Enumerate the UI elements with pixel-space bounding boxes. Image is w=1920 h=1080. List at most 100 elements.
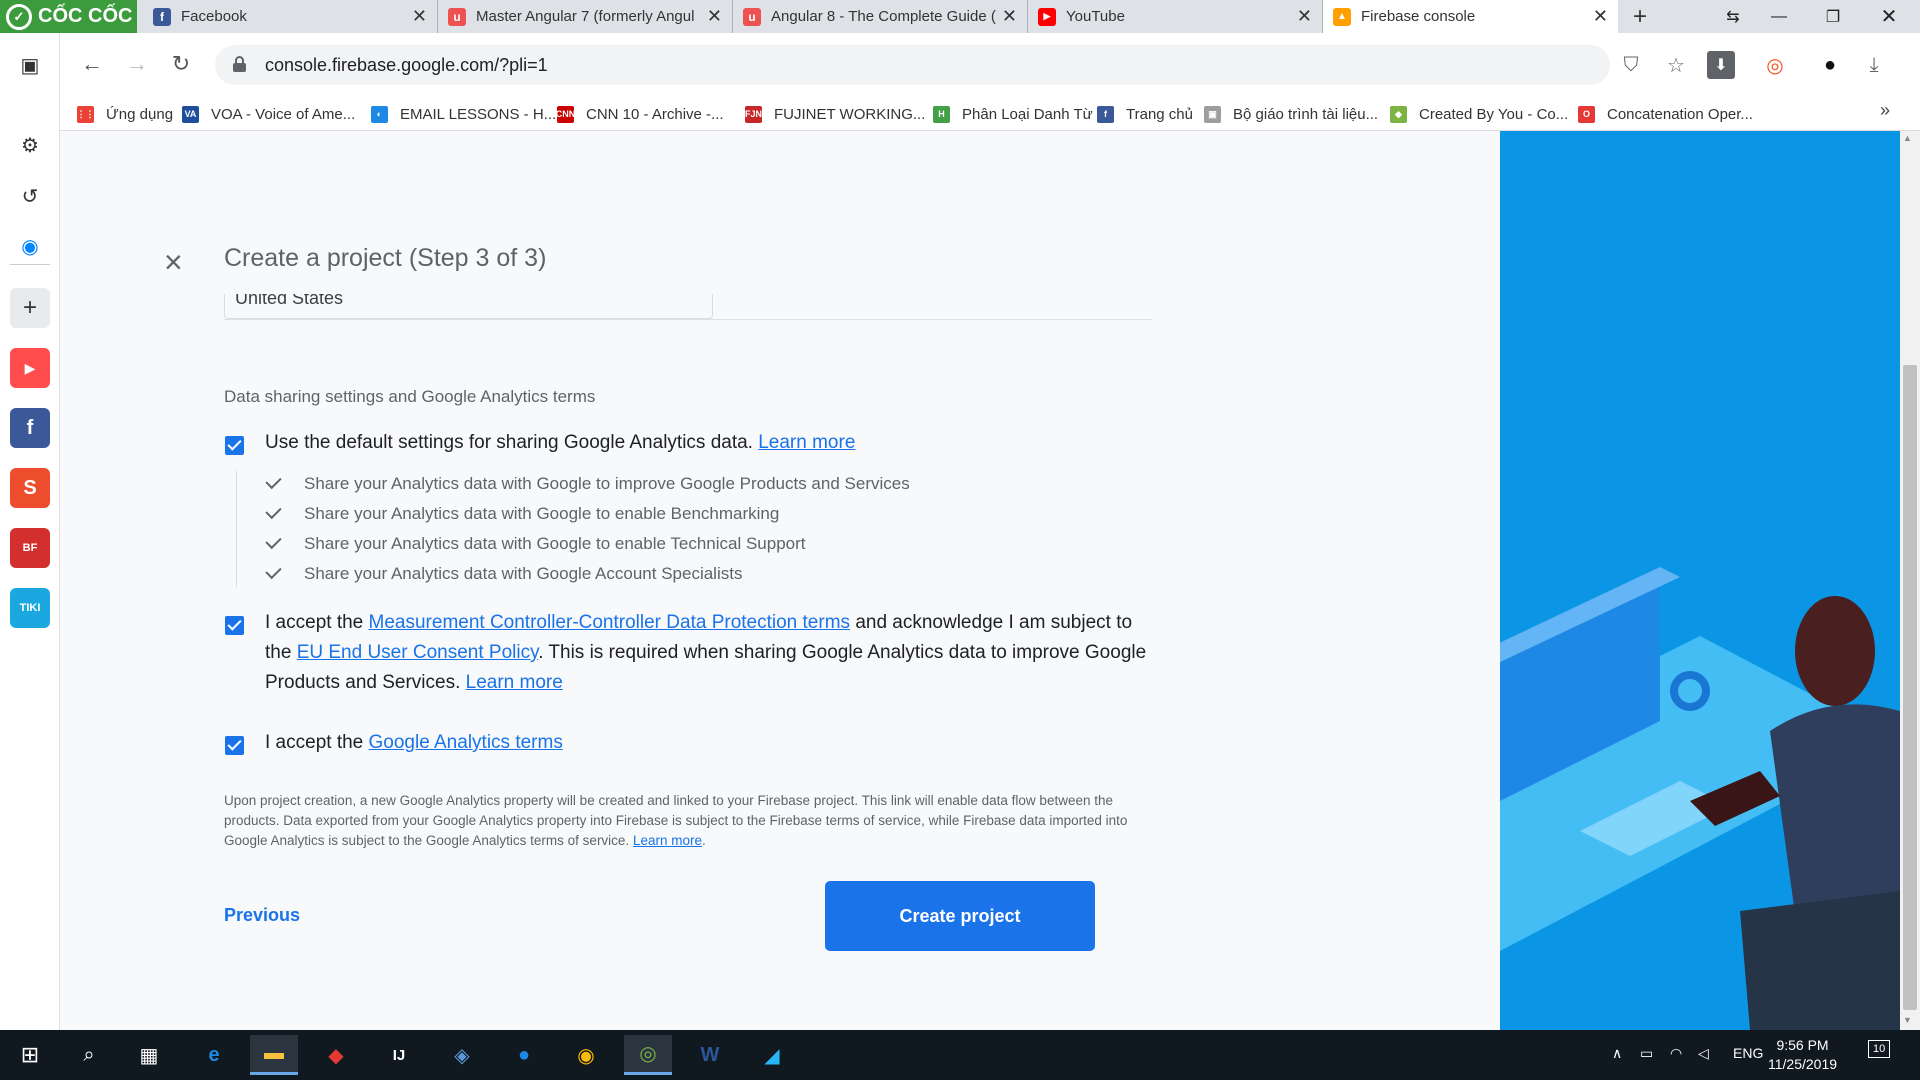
- create-project-button[interactable]: Create project: [825, 881, 1095, 951]
- history-icon[interactable]: ↺: [10, 176, 50, 216]
- reload-icon[interactable]: ↻: [166, 49, 196, 79]
- udemy-icon: u: [743, 7, 761, 26]
- sidebar-toggle-icon[interactable]: ▣: [10, 45, 50, 85]
- previous-button[interactable]: Previous: [224, 905, 300, 926]
- minimize-button[interactable]: —: [1756, 0, 1802, 33]
- add-shortcut-icon[interactable]: +: [10, 288, 50, 328]
- vscode-icon[interactable]: ◢: [748, 1035, 796, 1075]
- learn-more-link[interactable]: Learn more: [466, 672, 563, 693]
- tab-search-icon[interactable]: ⇆: [1710, 0, 1756, 33]
- messenger-icon[interactable]: ◉: [10, 226, 50, 266]
- black-friday-shortcut-icon[interactable]: BF: [10, 528, 50, 568]
- close-tab-icon[interactable]: ✕: [1002, 6, 1017, 27]
- coccoc-browser-icon[interactable]: ◎: [624, 1035, 672, 1075]
- scroll-up-arrow-icon[interactable]: ▲: [1903, 133, 1912, 143]
- bookmark-bo-giao-trinh[interactable]: ▣ Bộ giáo trình tài liệu...: [1204, 103, 1378, 125]
- bookmark-created-by-you[interactable]: ◆ Created By You - Co...: [1390, 103, 1568, 125]
- bookmark-fujinet[interactable]: FJN FUJINET WORKING...: [745, 103, 925, 125]
- edge-browser-icon[interactable]: e: [190, 1035, 238, 1075]
- word-icon[interactable]: W: [686, 1035, 734, 1075]
- learn-more-link[interactable]: Learn more: [758, 432, 855, 453]
- facebook-shortcut-icon[interactable]: f: [10, 408, 50, 448]
- tab-youtube[interactable]: ▶ YouTube ✕: [1028, 0, 1323, 33]
- tab-udemy-angular8[interactable]: u Angular 8 - The Complete Guide ( ✕: [733, 0, 1028, 33]
- bookmark-concatenation[interactable]: O Concatenation Oper...: [1578, 103, 1753, 125]
- bookmark-trang-chu[interactable]: f Trang chủ: [1097, 103, 1193, 125]
- tab-firebase-console[interactable]: ▲ Firebase console ✕: [1323, 0, 1618, 33]
- clock-time: 9:56 PM: [1776, 1037, 1829, 1053]
- close-tab-icon[interactable]: ✕: [1297, 6, 1312, 27]
- bookmark-voa[interactable]: VA VOA - Voice of Ame...: [182, 103, 355, 125]
- shield-icon[interactable]: ⛉: [1617, 51, 1645, 79]
- windows-start-icon[interactable]: ⊞: [6, 1035, 54, 1075]
- bookmark-star-icon[interactable]: ☆: [1662, 51, 1690, 79]
- codewars-icon: ◆: [1390, 105, 1407, 123]
- apps-grid-icon: ⋮⋮: [77, 105, 95, 123]
- tray-overflow-chevron-icon[interactable]: ∧: [1612, 1045, 1622, 1062]
- cnn-icon: CNN: [556, 105, 575, 123]
- close-tab-icon[interactable]: ✕: [1593, 6, 1608, 27]
- intellij-icon[interactable]: IJ: [375, 1035, 423, 1075]
- close-tab-icon[interactable]: ✕: [412, 6, 427, 27]
- scrollbar-thumb[interactable]: [1903, 365, 1917, 1010]
- tab-title: Facebook: [181, 8, 247, 25]
- bookmarks-bar: ⋮⋮ Ứng dụng VA VOA - Voice of Ame... ◐ EMAI…: [60, 97, 1920, 131]
- download-icon[interactable]: ⤓: [1860, 51, 1888, 79]
- analytics-terms-checkbox[interactable]: [225, 736, 244, 755]
- bookmark-apps[interactable]: ⋮⋮ Ứng dụng: [77, 103, 173, 125]
- settings-gear-icon[interactable]: ⚙: [10, 125, 50, 165]
- new-tab-button[interactable]: +: [1625, 0, 1655, 33]
- terms-text: I accept the: [265, 732, 364, 753]
- google-analytics-terms-link[interactable]: Google Analytics terms: [369, 732, 563, 753]
- close-window-button[interactable]: ✕: [1866, 0, 1912, 33]
- restore-button[interactable]: ❐: [1810, 0, 1856, 33]
- close-dialog-icon[interactable]: ×: [164, 246, 183, 278]
- profile-avatar-icon[interactable]: ●: [1816, 51, 1844, 79]
- coccoc-extension-icon[interactable]: ◎: [1761, 51, 1789, 79]
- more-bookmarks-chevron-icon[interactable]: »: [1880, 100, 1890, 121]
- shopee-shortcut-icon[interactable]: S: [10, 468, 50, 508]
- close-tab-icon[interactable]: ✕: [707, 6, 722, 27]
- eu-consent-policy-link[interactable]: EU End User Consent Policy: [297, 642, 538, 663]
- address-bar[interactable]: console.firebase.google.com/?pli=1: [215, 45, 1610, 85]
- task-view-icon[interactable]: ▦: [125, 1035, 173, 1075]
- browser-toolbar: ← → ↻ console.firebase.google.com/?pli=1…: [60, 33, 1920, 97]
- bookmark-cnn[interactable]: CNN CNN 10 - Archive -...: [556, 103, 724, 125]
- measurement-controller-terms-link[interactable]: Measurement Controller-Controller Data P…: [369, 612, 851, 633]
- coccoc-menu-button[interactable]: ✓ CỐC CỐC: [0, 0, 137, 33]
- tiki-shortcut-icon[interactable]: TIKI: [10, 588, 50, 628]
- default-settings-checkbox[interactable]: [225, 436, 244, 455]
- battery-icon[interactable]: ▭: [1640, 1045, 1653, 1062]
- book-icon: ▣: [1204, 105, 1221, 123]
- tab-udemy-angular7[interactable]: u Master Angular 7 (formerly Angul ✕: [438, 0, 733, 33]
- bookmark-email-lessons[interactable]: ◐ EMAIL LESSONS - H...: [371, 103, 556, 125]
- bookmark-phan-loai[interactable]: H Phân Loại Danh Từ: [933, 103, 1093, 125]
- tab-facebook[interactable]: f Facebook ✕: [143, 0, 438, 33]
- youtube-shortcut-icon[interactable]: ▶: [10, 348, 50, 388]
- volume-icon[interactable]: ◁: [1698, 1045, 1709, 1062]
- file-explorer-icon[interactable]: ▬: [250, 1035, 298, 1075]
- input-language[interactable]: ENG: [1733, 1045, 1763, 1061]
- wifi-icon[interactable]: ◠: [1670, 1045, 1682, 1062]
- notification-center-icon[interactable]: 10: [1868, 1040, 1891, 1058]
- country-select[interactable]: United States: [224, 294, 713, 319]
- search-icon[interactable]: ⌕: [65, 1035, 113, 1075]
- learn-more-link[interactable]: Learn more: [633, 833, 702, 848]
- chrome-icon[interactable]: ◉: [562, 1035, 610, 1075]
- country-value: United States: [235, 294, 344, 308]
- scroll-down-arrow-icon[interactable]: ▼: [1903, 1015, 1912, 1025]
- back-arrow-icon[interactable]: ←: [77, 49, 107, 79]
- data-protection-terms-checkbox[interactable]: [225, 616, 244, 635]
- h-icon: H: [933, 105, 950, 123]
- download-manager-icon[interactable]: ⬇: [1707, 51, 1735, 79]
- game-app-icon[interactable]: ◆: [312, 1035, 360, 1075]
- clock[interactable]: 9:56 PM 11/25/2019: [1768, 1036, 1837, 1074]
- sub-item-text: Share your Analytics data with Google to…: [304, 474, 910, 493]
- forward-arrow-icon[interactable]: →: [122, 49, 152, 79]
- bookmark-label: EMAIL LESSONS - H...: [400, 105, 557, 123]
- sql-server-icon[interactable]: ◈: [438, 1035, 486, 1075]
- url-text: console.firebase.google.com/?pli=1: [265, 54, 548, 75]
- maps-pin-icon[interactable]: ●: [500, 1035, 548, 1075]
- notification-count: 10: [1873, 1043, 1886, 1055]
- sharing-sub-item: Share your Analytics data with Google to…: [265, 472, 910, 495]
